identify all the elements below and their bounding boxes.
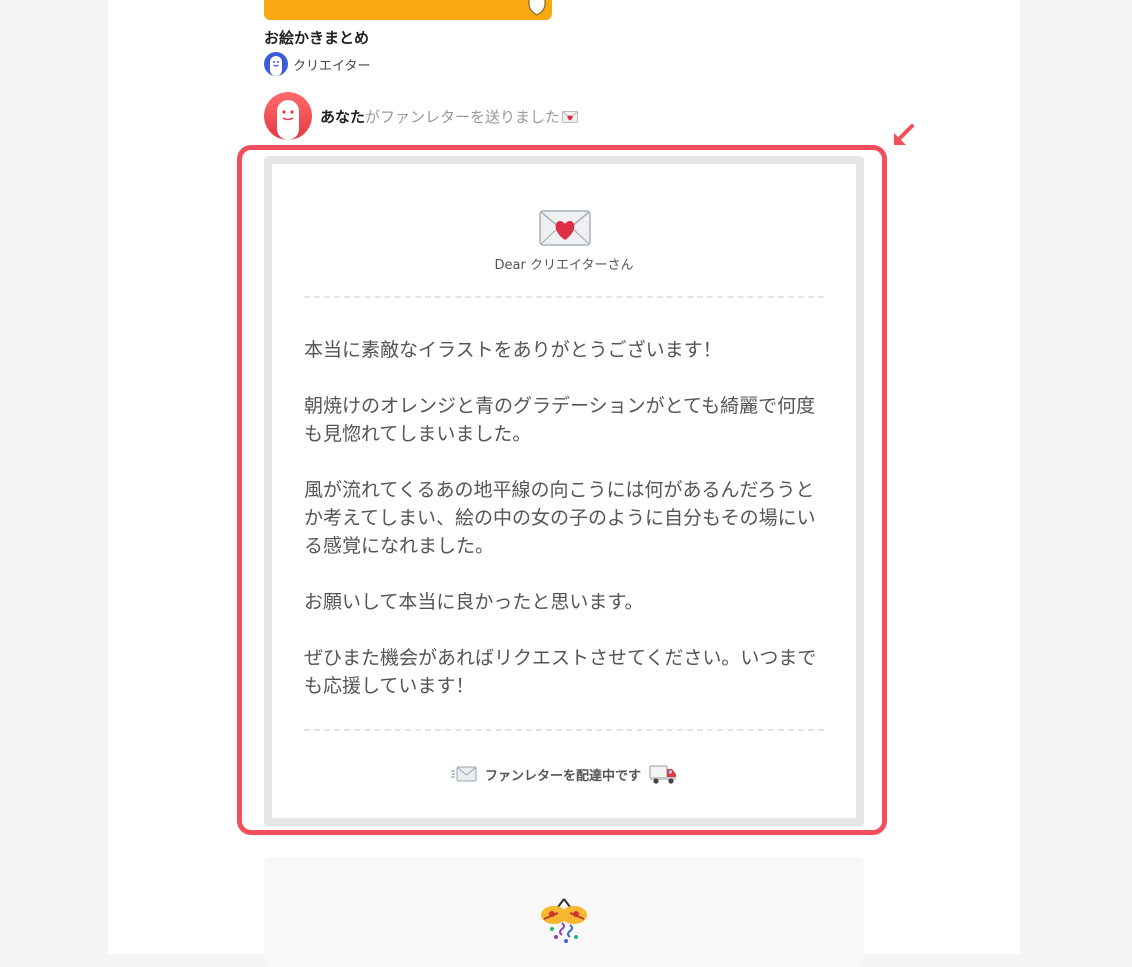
delivery-status-text: ファンレターを配達中です <box>484 768 641 784</box>
party-popper-icon <box>541 898 587 943</box>
pointer-arrow-icon <box>894 124 914 145</box>
letter-paragraph: 本当に素敵なイラストをありがとうございます！ <box>304 339 722 361</box>
creator-name: クリエイター <box>293 58 371 74</box>
divider <box>304 296 824 298</box>
love-letter-icon <box>562 111 579 123</box>
creator-link[interactable]: クリエイター <box>264 52 370 76</box>
letter-paragraph: 朝焼けのオレンジと青のグラデーションがとても綺麗で何度も見惚れてしまいました。 <box>304 395 816 445</box>
activity-text: あなたがファンレターを送りました <box>320 106 579 127</box>
letter-paragraph: お願いして本当に良かったと思います。 <box>304 591 644 613</box>
fan-letter-paper: Dear クリエイターさん 本当に素敵なイラストをありがとうございます！ 朝焼け… <box>272 164 856 818</box>
user-avatar[interactable] <box>264 92 312 140</box>
activity-actor[interactable]: あなた <box>320 108 365 126</box>
shield-icon <box>528 0 546 16</box>
work-thumbnail[interactable] <box>264 0 552 20</box>
fan-letter-card: Dear クリエイターさん 本当に素敵なイラストをありがとうございます！ 朝焼け… <box>264 156 864 826</box>
letter-paragraph: ぜひまた機会があればリクエストさせてください。いつまでも応援しています！ <box>304 647 817 697</box>
letter-body: 本当に素敵なイラストをありがとうございます！ 朝焼けのオレンジと青のグラデーショ… <box>304 336 828 700</box>
next-card <box>264 857 864 967</box>
letter-paragraph: 風が流れてくるあの地平線の向こうには何があるんだろうとか考えてしまい、絵の中の女… <box>304 479 816 557</box>
creator-avatar <box>264 52 288 76</box>
activity-item: あなたがファンレターを送りました <box>264 92 579 140</box>
creator-face-icon <box>270 56 282 76</box>
delivery-truck-icon <box>649 765 676 784</box>
love-letter-icon <box>539 210 591 246</box>
delivery-status: ファンレターを配達中です <box>272 762 856 786</box>
activity-action: がファンレターを送りました <box>365 107 561 126</box>
letter-salutation: Dear クリエイターさん <box>494 258 634 273</box>
incoming-envelope-icon <box>450 766 477 782</box>
divider <box>304 729 824 731</box>
work-title[interactable]: お絵かきまとめ <box>264 27 369 48</box>
